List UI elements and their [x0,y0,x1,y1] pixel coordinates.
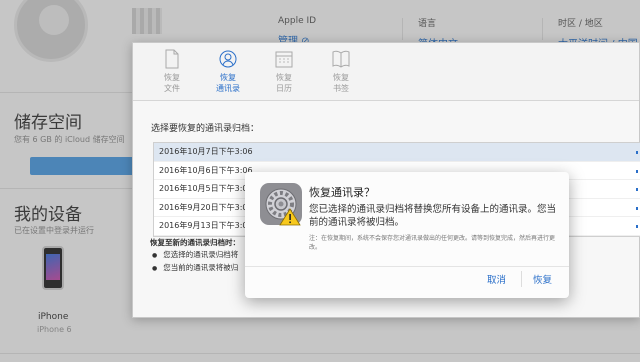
archive-date: 2016年9月13日下午3:05 [159,221,253,230]
tab-line2: 书签 [333,84,349,93]
archive-date: 2016年10月6日下午3:06 [159,165,253,175]
restore-link-marker [636,169,638,173]
restore-contacts-alert: 恢复通讯录？ 您已选择的通讯录归档将替换您所有设备上的通讯录。您当前的通讯录将被… [245,172,569,298]
alert-title: 恢复通讯录？ [309,186,375,199]
restore-description: 恢复至新的通讯录归档时： 您选择的通讯录归档将 您当前的通讯录将被归 [150,237,240,275]
restore-tabs: 恢复 文件 恢复 通讯录 恢复 日历 恢复 书签 [133,43,639,101]
description-bullet: 您选择的通讯录归档将 [150,249,240,262]
archive-prompt: 选择要恢复的通讯录归档： [151,124,260,134]
description-bullet: 您当前的通讯录将被归 [150,262,240,275]
tab-restore-files[interactable]: 恢复 文件 [147,49,197,94]
alert-divider [245,266,569,267]
restore-link-marker [636,225,638,228]
settings-warning-icon [260,183,302,226]
tab-line1: 恢复 [276,73,292,82]
archive-date: 2016年9月20日下午3:05 [159,202,253,212]
tab-line1: 恢复 [164,73,180,82]
restore-link-marker [636,188,638,191]
archive-date: 2016年10月7日下午3:06 [159,147,253,156]
alert-message: 您已选择的通讯录归档将替换您所有设备上的通讯录。您当前的通讯录将被归档。 [309,204,557,228]
restore-link-marker [636,206,638,210]
tab-line2: 文件 [164,84,180,93]
contacts-icon [219,50,237,68]
tab-restore-bookmarks[interactable]: 恢复 书签 [316,49,366,94]
tab-restore-contacts[interactable]: 恢复 通讯录 [203,49,253,94]
description-heading: 恢复至新的通讯录归档时： [150,238,240,247]
calendar-icon [275,51,293,68]
alert-note: 注：在恢复期间，系统不会保存您对通讯录做出的任何更改。请等到恢复完成，然后再进行… [309,235,556,251]
tab-line1: 恢复 [220,73,236,82]
file-icon [165,49,179,69]
tab-line2: 日历 [276,84,292,93]
tab-line2: 通讯录 [216,84,240,93]
tab-line1: 恢复 [333,73,349,82]
restore-button[interactable]: 恢复 [533,272,552,286]
archive-date: 2016年10月5日下午3:06 [159,184,253,193]
bookmarks-icon [332,50,350,68]
button-divider [521,271,522,287]
archive-row[interactable]: 2016年10月7日下午3:06 [154,143,640,162]
restore-link-marker [636,151,638,154]
cancel-button[interactable]: 取消 [487,272,506,286]
tab-restore-calendar[interactable]: 恢复 日历 [259,49,309,94]
